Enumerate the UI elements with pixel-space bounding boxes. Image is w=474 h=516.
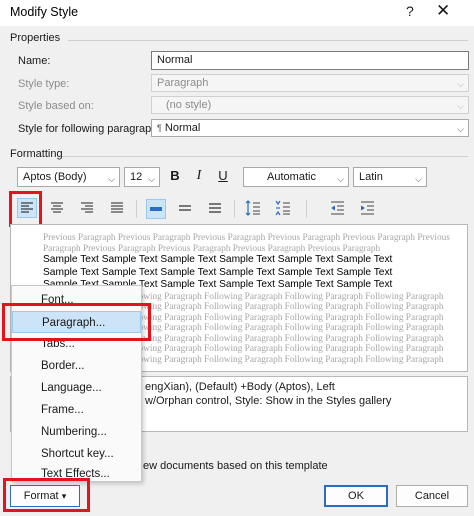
following-label: Style for following paragraph: [18, 123, 161, 135]
chevron-down-icon: ⌵ [457, 124, 464, 134]
close-button[interactable]: ✕ [436, 1, 450, 21]
decrease-paragraph-spacing-icon [275, 200, 290, 216]
help-button[interactable]: ? [406, 3, 414, 19]
align-right-icon [81, 202, 93, 213]
based-on-value: (no style) [166, 99, 212, 111]
menu-item-frame[interactable]: Frame... [12, 399, 141, 421]
font-color-dropdown[interactable]: Automatic ⌵ [243, 167, 349, 187]
align-center-button[interactable] [48, 199, 68, 219]
dialog-title: Modify Style [10, 5, 79, 19]
font-dropdown[interactable]: Aptos (Body) ⌵ [17, 167, 120, 187]
chevron-down-icon: ⌵ [457, 101, 464, 111]
increase-indent-button[interactable] [358, 199, 378, 219]
align-center-icon [51, 202, 63, 213]
decrease-spacing-button[interactable] [274, 199, 294, 219]
menu-item-language[interactable]: Language... [12, 377, 141, 399]
underline-button[interactable]: U [213, 166, 233, 186]
properties-divider [68, 40, 468, 41]
one-half-spacing-button[interactable] [176, 199, 196, 219]
style-type-value: Paragraph [157, 77, 209, 89]
single-spacing-icon [150, 207, 162, 211]
name-input[interactable]: Normal [151, 51, 469, 70]
chevron-down-icon: ⌵ [337, 174, 344, 184]
annotation-highlight-align [9, 191, 42, 227]
annotation-highlight-format [3, 478, 90, 512]
based-on-dropdown[interactable]: (no style) ⌵ [151, 96, 469, 114]
align-right-button[interactable] [78, 199, 98, 219]
script-dropdown[interactable]: Latin ⌵ [353, 167, 427, 187]
based-on-label: Style based on: [18, 100, 94, 112]
formatting-divider [62, 156, 468, 157]
justify-icon [111, 202, 123, 213]
increase-spacing-button[interactable] [244, 199, 264, 219]
decrease-indent-icon [331, 201, 344, 215]
description-line: w/Orphan control, Style: Show in the Sty… [145, 395, 392, 407]
double-spacing-icon [209, 203, 221, 213]
size-value: 12 [130, 171, 143, 183]
following-dropdown[interactable]: ¶ Normal ⌵ [151, 119, 469, 137]
decrease-indent-button[interactable] [328, 199, 348, 219]
description-line: engXian), (Default) +Body (Aptos), Left [145, 381, 335, 393]
increase-indent-icon [361, 201, 374, 215]
double-spacing-button[interactable] [206, 199, 226, 219]
script-value: Latin [359, 171, 383, 183]
chevron-down-icon: ⌵ [457, 79, 464, 89]
bold-button[interactable]: B [165, 166, 185, 186]
menu-item-numbering[interactable]: Numbering... [12, 421, 141, 443]
style-type-dropdown[interactable]: Paragraph ⌵ [151, 74, 469, 92]
font-color-value: Automatic [267, 171, 316, 183]
menu-item-border[interactable]: Border... [12, 355, 141, 377]
size-dropdown[interactable]: 12 ⌵ [124, 167, 160, 187]
menu-item-shortcut-key[interactable]: Shortcut key... [12, 443, 141, 465]
style-type-label: Style type: [18, 78, 70, 90]
preview-previous-line: Paragraph Previous Paragraph Previous Pa… [43, 243, 381, 254]
italic-button[interactable]: I [189, 166, 209, 186]
one-half-spacing-icon [179, 205, 191, 211]
properties-heading: Properties [10, 32, 61, 44]
chevron-down-icon: ⌵ [108, 174, 115, 184]
toolbar-divider [306, 200, 307, 218]
justify-button[interactable] [108, 199, 128, 219]
annotation-highlight-paragraph [2, 303, 151, 341]
name-label: Name: [18, 55, 51, 67]
paragraph-mark-icon: ¶ [157, 123, 162, 133]
new-documents-option-label[interactable]: ew documents based on this template [143, 460, 328, 472]
preview-previous-line: Previous Paragraph Previous Paragraph Pr… [43, 233, 450, 243]
toolbar-divider [234, 200, 235, 218]
preview-sample-line: Sample Text Sample Text Sample Text Samp… [43, 254, 393, 265]
chevron-down-icon: ⌵ [415, 174, 422, 184]
increase-paragraph-spacing-icon [245, 200, 260, 216]
chevron-down-icon: ⌵ [148, 174, 155, 184]
formatting-heading: Formatting [10, 148, 63, 160]
single-spacing-button[interactable] [146, 199, 166, 219]
toolbar-divider [136, 200, 137, 218]
font-value: Aptos (Body) [23, 171, 87, 183]
cancel-button[interactable]: Cancel [396, 485, 468, 507]
following-value: Normal [164, 122, 201, 134]
ok-button[interactable]: OK [324, 485, 388, 507]
preview-sample-line: Sample Text Sample Text Sample Text Samp… [43, 266, 393, 278]
